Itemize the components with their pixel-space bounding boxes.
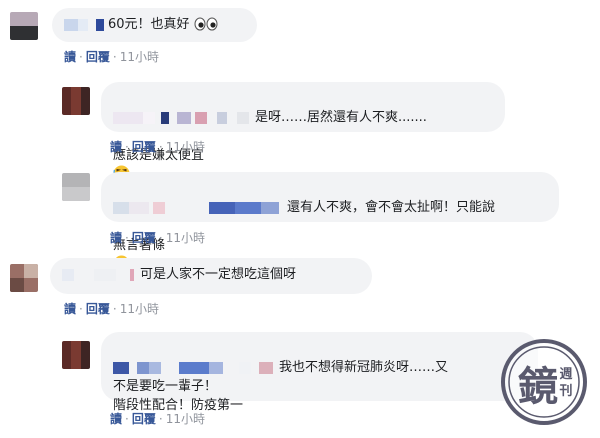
reply-link[interactable]: 回覆 (132, 412, 156, 426)
redacted-name (195, 111, 207, 124)
separator: · (158, 412, 163, 426)
redacted-name (129, 201, 149, 214)
timestamp[interactable]: 11小時 (120, 50, 159, 64)
separator: · (79, 302, 83, 316)
comment-text: 可是人家不一定想吃這個呀 (140, 267, 297, 282)
read-link[interactable]: 讀 (110, 231, 122, 245)
redacted-name (78, 18, 88, 31)
separator: · (158, 140, 163, 154)
read-link[interactable]: 讀 (64, 50, 76, 64)
avatar[interactable] (62, 341, 90, 369)
redacted-name (153, 201, 165, 214)
watermark-text: 鏡 (518, 364, 558, 410)
comment-text-line: 不是要吃一輩子！ (113, 379, 218, 394)
comment-bubble: 可是人家不一定想吃這個呀 (50, 258, 372, 294)
redacted-name (113, 111, 143, 124)
redacted-name (130, 268, 134, 281)
timestamp[interactable]: 11小時 (120, 302, 159, 316)
redacted-name (235, 201, 261, 214)
avatar[interactable] (62, 87, 90, 115)
separator: · (125, 412, 129, 426)
comment-text: 我也不想得新冠肺炎呀……又 (279, 360, 449, 375)
timestamp[interactable]: 11小時 (166, 412, 205, 426)
comment-text: 是呀……居然還有人不爽....... (255, 110, 427, 125)
separator: · (112, 50, 117, 64)
redacted-name (161, 111, 169, 124)
separator: · (125, 231, 129, 245)
timestamp[interactable]: 11小時 (166, 140, 205, 154)
comment-bubble: 是呀……居然還有人不爽....... 應該是嫌太便宜 (101, 82, 505, 182)
redacted-name (113, 201, 129, 214)
read-link[interactable]: 讀 (64, 302, 76, 316)
comment-text: 60元！也真好 (108, 17, 190, 32)
watermark-text-small: 刊 (559, 384, 572, 399)
comment-text: 還有人不爽，會不會太扯啊！只能說 (287, 200, 496, 215)
redacted-name (179, 361, 209, 374)
separator: · (79, 50, 83, 64)
redacted-name (64, 18, 78, 31)
redacted-name (62, 268, 74, 281)
avatar[interactable] (62, 173, 90, 201)
redacted-name (209, 201, 235, 214)
redacted-name (259, 361, 273, 374)
comment-actions: 讀 · 回覆 · 11小時 (110, 138, 205, 155)
timestamp[interactable]: 11小時 (166, 231, 205, 245)
redacted-name (261, 201, 279, 214)
reply-link[interactable]: 回覆 (132, 140, 156, 154)
redacted-name (209, 361, 223, 374)
redacted-name (94, 268, 116, 281)
redacted-name (96, 18, 104, 31)
separator: · (112, 302, 117, 316)
comment-actions: 讀 · 回覆 · 11小時 (64, 300, 159, 317)
redacted-name (237, 111, 249, 124)
redacted-name (217, 111, 227, 124)
reply-link[interactable]: 回覆 (132, 231, 156, 245)
comment-bubble: 我也不想得新冠肺炎呀……又 不是要吃一輩子！ 階段性配合！防疫第一 (101, 332, 538, 413)
separator: · (158, 231, 163, 245)
separator: · (125, 140, 129, 154)
reply-link[interactable]: 回覆 (86, 302, 110, 316)
mirror-weekly-watermark-logo: 鏡 週 刊 (501, 339, 587, 425)
comment-actions: 讀 · 回覆 · 11小時 (110, 229, 205, 246)
read-link[interactable]: 讀 (110, 412, 122, 426)
comment-actions: 讀 · 回覆 · 11小時 (110, 410, 205, 427)
read-link[interactable]: 讀 (110, 140, 122, 154)
watermark-text-small: 週 (559, 367, 572, 382)
redacted-name (149, 361, 161, 374)
redacted-name (177, 111, 191, 124)
comment-text-line: 是呀……居然還有人不爽....... (113, 89, 493, 127)
comment-bubble: 60元！也真好 (52, 8, 257, 42)
redacted-name (239, 361, 251, 374)
avatar[interactable] (10, 12, 38, 40)
comment-bubble: 還有人不爽，會不會太扯啊！只能說 無言著條 (101, 172, 559, 271)
redacted-name (143, 111, 155, 124)
comment-text-line: 我也不想得新冠肺炎呀……又 (113, 339, 526, 377)
eyes-emoji-icon (194, 17, 218, 31)
reply-link[interactable]: 回覆 (86, 50, 110, 64)
comment-actions: 讀 · 回覆 · 11小時 (64, 48, 159, 65)
avatar[interactable] (10, 264, 38, 292)
redacted-name (137, 361, 149, 374)
comment-text-line: 還有人不爽，會不會太扯啊！只能說 (113, 179, 547, 217)
redacted-name (113, 361, 129, 374)
